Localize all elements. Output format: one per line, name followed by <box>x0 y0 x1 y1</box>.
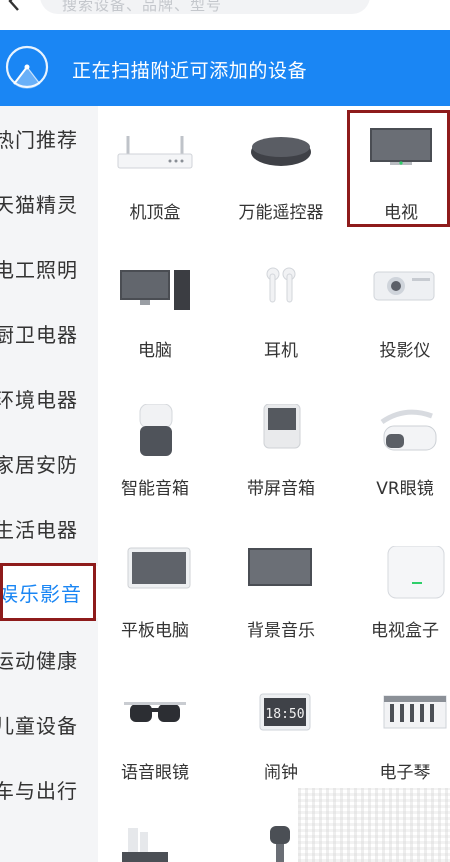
device-label: 耳机 <box>264 341 298 361</box>
device-label: 电子琴 <box>379 763 431 783</box>
device-label: 电脑 <box>138 341 172 361</box>
device-label: 投影仪 <box>379 341 431 361</box>
top-bar: 搜索设备、品牌、型号 <box>0 0 450 30</box>
sidebar-item-entertainment[interactable]: 娱乐影音 <box>0 566 98 618</box>
device-label: 背景音乐 <box>247 621 315 641</box>
sidebar-item-label: 电工照明 <box>0 257 78 282</box>
mosaic-overlay <box>298 788 450 862</box>
partial-device-icon <box>122 828 168 862</box>
sidebar-item-label: 车与出行 <box>0 778 78 803</box>
sidebar-item-kitchen-bath[interactable]: 厨卫电器 <box>0 307 98 359</box>
sidebar-item-label: 家居安防 <box>0 452 78 477</box>
microphone-icon <box>270 826 290 862</box>
sidebar-item-label: 生活电器 <box>0 517 78 542</box>
sidebar-item-label: 娱乐影音 <box>0 581 82 606</box>
device-label: 机顶盒 <box>129 203 181 223</box>
sidebar-item-environment[interactable]: 环境电器 <box>0 372 98 424</box>
sidebar-item-vehicle[interactable]: 车与出行 <box>0 763 98 815</box>
device-label: 闹钟 <box>264 763 298 783</box>
search-placeholder: 搜索设备、品牌、型号 <box>62 0 223 14</box>
sidebar-item-sports-health[interactable]: 运动健康 <box>0 633 98 685</box>
alarm-clock-icon: 18:50 <box>259 693 311 731</box>
tablet-icon <box>127 547 191 589</box>
sidebar-item-label: 天猫精灵 <box>0 192 78 217</box>
projector-icon <box>373 271 435 301</box>
back-arrow-icon[interactable] <box>4 0 24 14</box>
tv-box-icon <box>387 546 445 599</box>
sidebar-item-label: 厨卫电器 <box>0 322 78 347</box>
radar-icon <box>5 45 49 89</box>
voice-glasses-icon <box>124 702 186 722</box>
sidebar-item-kids[interactable]: 儿童设备 <box>0 698 98 750</box>
sidebar-item-home-appliances[interactable]: 生活电器 <box>0 502 98 554</box>
device-label: 智能音箱 <box>121 479 189 499</box>
device-label: 电视盒子 <box>371 621 439 641</box>
sidebar-item-home-security[interactable]: 家居安防 <box>0 437 98 489</box>
sidebar-item-tmall-genie[interactable]: 天猫精灵 <box>0 177 98 229</box>
universal-remote-icon <box>251 137 311 166</box>
alarm-time-text: 18:50 <box>265 707 304 722</box>
device-label: 平板电脑 <box>121 621 189 641</box>
vr-headset-icon <box>380 409 437 451</box>
sidebar-item-label: 运动健康 <box>0 648 78 673</box>
set-top-box-icon <box>117 136 193 169</box>
screen-speaker-icon <box>263 404 301 449</box>
scan-icon[interactable] <box>420 0 442 12</box>
earphones-icon <box>266 267 296 303</box>
sidebar-item-electrical-lighting[interactable]: 电工照明 <box>0 242 98 294</box>
smart-speaker-icon <box>139 404 173 456</box>
category-sidebar: 热门推荐 天猫精灵 电工照明 厨卫电器 环境电器 家居安防 生活电器 娱乐影音 … <box>0 106 98 862</box>
device-label: 语音眼镜 <box>121 763 189 783</box>
device-label: 万能遥控器 <box>238 203 324 223</box>
sidebar-item-hot[interactable]: 热门推荐 <box>0 112 98 164</box>
computer-icon <box>120 270 190 310</box>
tv-icon <box>370 128 432 165</box>
device-label: VR眼镜 <box>376 479 434 499</box>
keyboard-icon <box>383 695 447 729</box>
sidebar-item-label: 环境电器 <box>0 387 78 412</box>
sidebar-item-label: 儿童设备 <box>0 713 78 738</box>
scan-status-text: 正在扫描附近可添加的设备 <box>72 60 308 82</box>
device-label: 带屏音箱 <box>247 479 315 499</box>
device-label: 电视 <box>384 203 418 223</box>
sidebar-item-label: 热门推荐 <box>0 127 78 152</box>
background-music-icon <box>248 548 312 586</box>
